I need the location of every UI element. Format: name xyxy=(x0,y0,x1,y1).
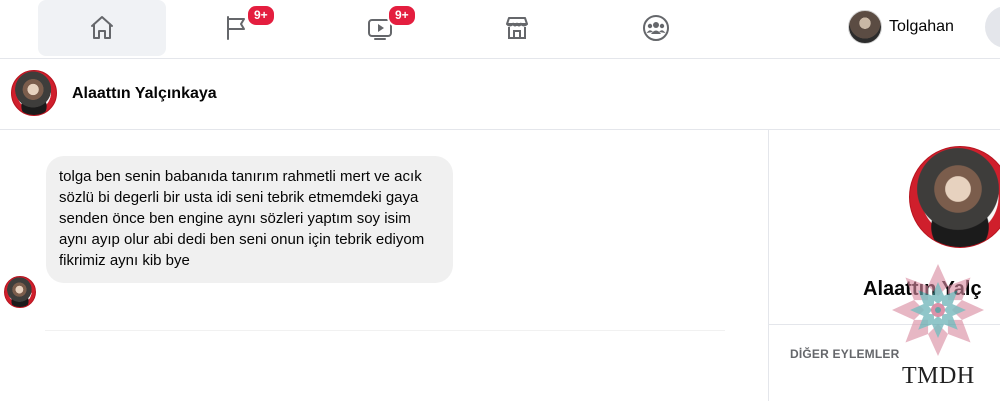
message-bubble[interactable]: tolga ben senin babanıda tanırım rahmetl… xyxy=(46,156,453,283)
contact-avatar[interactable] xyxy=(11,70,57,116)
tab-watch[interactable]: 9+ xyxy=(316,0,444,56)
profile-shortcut[interactable]: Tolgahan xyxy=(848,10,954,44)
top-navigation-bar: 9+ 9+ Tolgahan xyxy=(0,0,1000,59)
contact-name[interactable]: Alaattın Yalçınkaya xyxy=(72,85,217,103)
profile-name: Tolgahan xyxy=(889,18,954,35)
watch-badge: 9+ xyxy=(387,4,417,27)
tab-groups[interactable] xyxy=(592,0,720,56)
panel-section-label: DİĞER EYLEMLER xyxy=(790,347,900,361)
watermark-ornament-icon xyxy=(892,264,984,356)
groups-icon xyxy=(643,15,669,41)
pages-badge: 9+ xyxy=(246,4,276,27)
profile-avatar xyxy=(848,10,882,44)
panel-avatar[interactable] xyxy=(909,146,1000,248)
menu-button[interactable] xyxy=(985,6,1000,48)
chat-header: Alaattın Yalçınkaya xyxy=(0,59,1000,130)
tab-home[interactable] xyxy=(38,0,166,56)
watermark-text: TMDH xyxy=(902,363,975,389)
home-icon xyxy=(91,16,113,39)
message-sender-avatar[interactable] xyxy=(4,276,36,308)
message-thread: tolga ben senin babanıda tanırım rahmetl… xyxy=(0,130,768,401)
message-row-divider xyxy=(45,322,725,331)
tab-marketplace[interactable] xyxy=(453,0,581,56)
store-icon xyxy=(506,17,528,39)
tab-pages[interactable]: 9+ xyxy=(172,0,300,56)
